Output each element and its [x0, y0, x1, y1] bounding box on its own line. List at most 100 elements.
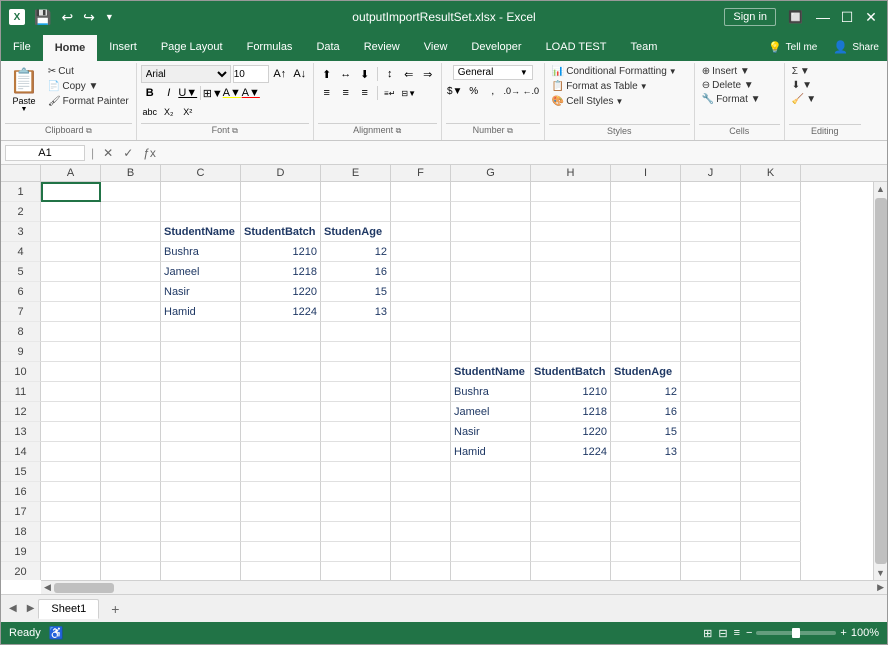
delete-cells-btn[interactable]: ⊖Delete ▼: [699, 79, 757, 92]
cell-I14[interactable]: 13: [611, 442, 681, 462]
cell-G12[interactable]: Jameel: [451, 402, 531, 422]
maximize-btn[interactable]: ☐: [839, 9, 855, 25]
row-header-9[interactable]: 9: [1, 342, 41, 362]
cell-D1[interactable]: [241, 182, 321, 202]
tab-formulas[interactable]: Formulas: [235, 33, 305, 61]
cell-A17[interactable]: [41, 502, 101, 522]
cell-K1[interactable]: [741, 182, 801, 202]
cell-K6[interactable]: [741, 282, 801, 302]
cell-J2[interactable]: [681, 202, 741, 222]
cell-H1[interactable]: [531, 182, 611, 202]
cell-D9[interactable]: [241, 342, 321, 362]
cell-F7[interactable]: [391, 302, 451, 322]
cell-K7[interactable]: [741, 302, 801, 322]
format-painter-btn[interactable]: 🖌Format Painter: [45, 95, 132, 108]
cell-K9[interactable]: [741, 342, 801, 362]
cell-F11[interactable]: [391, 382, 451, 402]
cell-C9[interactable]: [161, 342, 241, 362]
cell-D2[interactable]: [241, 202, 321, 222]
bold-btn[interactable]: B: [141, 84, 159, 102]
cell-B19[interactable]: [101, 542, 161, 562]
insert-cells-btn[interactable]: ⊕Insert ▼: [699, 65, 753, 78]
decrease-decimal-btn[interactable]: .0→: [503, 82, 521, 100]
cell-E12[interactable]: [321, 402, 391, 422]
page-break-btn[interactable]: ⊟: [718, 627, 727, 640]
cell-A14[interactable]: [41, 442, 101, 462]
cell-E8[interactable]: [321, 322, 391, 342]
col-header-I[interactable]: I: [611, 165, 681, 181]
font-decrease-btn[interactable]: A↓: [291, 65, 309, 83]
italic-btn[interactable]: I: [160, 84, 178, 102]
col-header-B[interactable]: B: [101, 165, 161, 181]
cell-I3[interactable]: [611, 222, 681, 242]
cell-F10[interactable]: [391, 362, 451, 382]
cell-I1[interactable]: [611, 182, 681, 202]
cell-J15[interactable]: [681, 462, 741, 482]
tell-me-btn[interactable]: 💡Tell me: [760, 33, 825, 61]
cell-K8[interactable]: [741, 322, 801, 342]
cell-F15[interactable]: [391, 462, 451, 482]
cell-G20[interactable]: [451, 562, 531, 580]
cell-A3[interactable]: [41, 222, 101, 242]
cell-C2[interactable]: [161, 202, 241, 222]
cell-F8[interactable]: [391, 322, 451, 342]
cell-J14[interactable]: [681, 442, 741, 462]
cell-E17[interactable]: [321, 502, 391, 522]
tab-page-layout[interactable]: Page Layout: [149, 33, 235, 61]
row-header-19[interactable]: 19: [1, 542, 41, 562]
formula-input[interactable]: [163, 147, 883, 159]
cell-E18[interactable]: [321, 522, 391, 542]
tab-load-test[interactable]: LOAD TEST: [534, 33, 619, 61]
clear-btn[interactable]: 🧹▼: [789, 93, 819, 106]
cell-C11[interactable]: [161, 382, 241, 402]
cell-I13[interactable]: 15: [611, 422, 681, 442]
cell-H15[interactable]: [531, 462, 611, 482]
col-header-C[interactable]: C: [161, 165, 241, 181]
cell-D19[interactable]: [241, 542, 321, 562]
cell-C20[interactable]: [161, 562, 241, 580]
cell-K3[interactable]: [741, 222, 801, 242]
cell-C6[interactable]: Nasir: [161, 282, 241, 302]
cell-J10[interactable]: [681, 362, 741, 382]
cell-C4[interactable]: Bushra: [161, 242, 241, 262]
vertical-scrollbar[interactable]: ▲ ▼: [873, 182, 887, 580]
cell-I4[interactable]: [611, 242, 681, 262]
cell-D14[interactable]: [241, 442, 321, 462]
cell-K17[interactable]: [741, 502, 801, 522]
cell-B8[interactable]: [101, 322, 161, 342]
tab-file[interactable]: File: [1, 33, 43, 61]
zoom-slider[interactable]: [756, 631, 836, 635]
row-header-14[interactable]: 14: [1, 442, 41, 462]
cell-K4[interactable]: [741, 242, 801, 262]
cell-C13[interactable]: [161, 422, 241, 442]
cell-H5[interactable]: [531, 262, 611, 282]
tab-home[interactable]: Home: [43, 33, 98, 61]
row-header-10[interactable]: 10: [1, 362, 41, 382]
cell-B20[interactable]: [101, 562, 161, 580]
align-bottom-btn[interactable]: ⬇: [356, 65, 374, 83]
cell-D12[interactable]: [241, 402, 321, 422]
cell-B5[interactable]: [101, 262, 161, 282]
cell-F12[interactable]: [391, 402, 451, 422]
cell-A10[interactable]: [41, 362, 101, 382]
col-header-K[interactable]: K: [741, 165, 801, 181]
align-top-btn[interactable]: ⬆: [318, 65, 336, 83]
cell-D8[interactable]: [241, 322, 321, 342]
align-center-btn[interactable]: ≡: [337, 84, 355, 102]
superscript-btn[interactable]: X²: [179, 103, 197, 121]
tab-team[interactable]: Team: [619, 33, 670, 61]
cell-B12[interactable]: [101, 402, 161, 422]
save-qa-btn[interactable]: 💾: [31, 7, 54, 28]
cell-A12[interactable]: [41, 402, 101, 422]
cell-J8[interactable]: [681, 322, 741, 342]
align-middle-btn[interactable]: ↔: [337, 65, 355, 83]
row-header-2[interactable]: 2: [1, 202, 41, 222]
cell-D7[interactable]: 1224: [241, 302, 321, 322]
cell-H12[interactable]: 1218: [531, 402, 611, 422]
number-format-dropdown[interactable]: General▼: [453, 65, 533, 80]
zoom-in-btn[interactable]: +: [840, 627, 846, 639]
col-header-G[interactable]: G: [451, 165, 531, 181]
cell-I9[interactable]: [611, 342, 681, 362]
cell-H11[interactable]: 1210: [531, 382, 611, 402]
cell-A6[interactable]: [41, 282, 101, 302]
